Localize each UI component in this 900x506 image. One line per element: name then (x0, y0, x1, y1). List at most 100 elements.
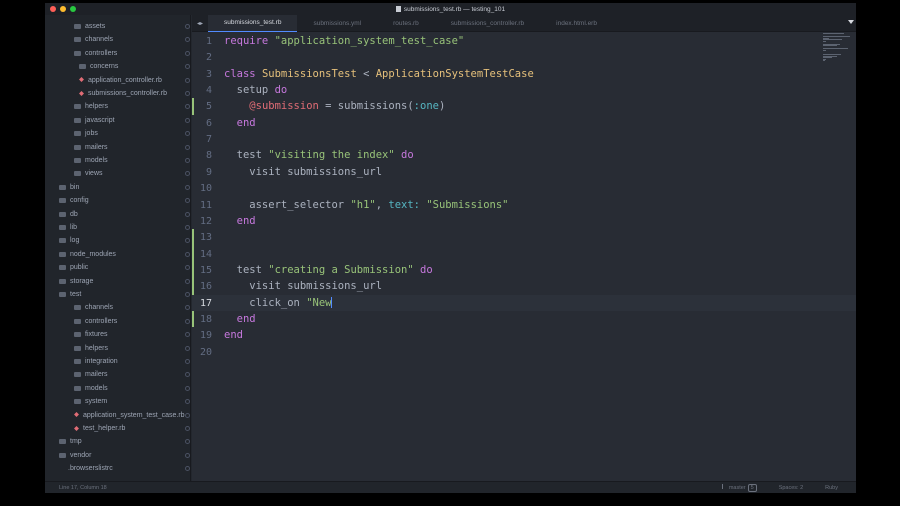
sidebar-item[interactable]: vendor (59, 449, 91, 462)
tab[interactable]: index.html.erb (540, 15, 613, 32)
code-line[interactable]: 6 end (192, 115, 792, 131)
sidebar-item[interactable]: node_modules (59, 248, 116, 261)
code-line[interactable]: 12 end (192, 213, 792, 229)
sidebar-item[interactable]: integration (74, 355, 118, 368)
sidebar-item[interactable]: javascript (74, 114, 115, 127)
folder-icon (59, 439, 66, 445)
sidebar-item[interactable]: tmp (59, 435, 82, 448)
line-number[interactable]: 2 (192, 50, 212, 66)
sidebar-item[interactable]: test_helper.rb (74, 422, 125, 435)
sidebar-item[interactable]: db (59, 208, 78, 221)
line-number[interactable]: 12 (192, 214, 212, 230)
code-line[interactable]: 16 visit submissions_url (192, 278, 792, 294)
sidebar-item[interactable]: public (59, 261, 88, 274)
sidebar-item[interactable]: .browserslistrc (59, 462, 113, 475)
sidebar-item[interactable]: test (59, 288, 81, 301)
line-number[interactable]: 19 (192, 328, 212, 344)
code-line[interactable]: 8 test "visiting the index" do (192, 147, 792, 163)
sidebar-item[interactable]: application_controller.rb (79, 74, 162, 87)
folder-icon (74, 345, 81, 351)
close-window-button[interactable] (50, 6, 56, 12)
code-line[interactable]: 20 (192, 344, 792, 360)
line-number[interactable]: 5 (192, 99, 212, 115)
tab[interactable]: submissions_test.rb (208, 14, 298, 32)
minimap[interactable] (822, 32, 856, 62)
sidebar-item[interactable]: views (74, 167, 103, 180)
tab-overflow-chevron-icon[interactable] (848, 20, 854, 24)
line-number[interactable]: 9 (192, 165, 212, 181)
tab[interactable]: submissions.yml (297, 15, 377, 32)
sidebar-item[interactable]: application_system_test_case.rb (74, 409, 185, 422)
sidebar-item[interactable]: mailers (74, 368, 108, 381)
line-number[interactable]: 14 (192, 247, 212, 263)
line-number[interactable]: 17 (192, 296, 212, 312)
sidebar-item[interactable]: bin (59, 181, 79, 194)
cursor-position[interactable]: Line 17, Column 18 (59, 485, 107, 491)
tab[interactable]: submissions_controller.rb (435, 15, 540, 32)
line-number[interactable]: 3 (192, 67, 212, 83)
code-line[interactable]: 9 visit submissions_url (192, 164, 792, 180)
sidebar-item[interactable]: concerns (79, 60, 118, 73)
status-bar: Line 17, Column 18 master 5 Spaces: 2 Rub… (45, 481, 856, 493)
sidebar-item[interactable]: jobs (74, 127, 98, 140)
code-line[interactable]: 1 require "application_system_test_case" (192, 33, 792, 49)
tab-nav-arrows-icon[interactable]: ◂▸ (192, 20, 208, 27)
sidebar-item[interactable]: channels (74, 301, 113, 314)
code-editor[interactable]: 1 require "application_system_test_case" 2… (192, 32, 856, 481)
line-number[interactable]: 18 (192, 312, 212, 328)
git-branch[interactable]: master 5 (721, 484, 757, 492)
code-line[interactable]: 17 click_on "New (192, 295, 792, 311)
sidebar-item[interactable]: lib (59, 221, 77, 234)
sidebar-item[interactable]: fixtures (74, 328, 108, 341)
code-line[interactable]: 5 @submission = submissions(:one) (192, 98, 792, 114)
code-line[interactable]: 2 (192, 49, 792, 65)
sidebar-item[interactable]: models (74, 154, 108, 167)
line-number[interactable]: 10 (192, 181, 212, 197)
sidebar-item[interactable]: channels (74, 33, 113, 46)
sidebar-item[interactable]: system (74, 395, 107, 408)
minimize-window-button[interactable] (60, 6, 66, 12)
code-line[interactable]: 13 (192, 229, 792, 245)
sidebar-item[interactable]: helpers (74, 342, 108, 355)
sidebar-item[interactable]: config (59, 194, 89, 207)
code-line[interactable]: 7 (192, 131, 792, 147)
line-number[interactable]: 11 (192, 198, 212, 214)
code-line[interactable]: 4 setup do (192, 82, 792, 98)
code-line[interactable]: 14 (192, 246, 792, 262)
git-status-dot-icon (185, 144, 190, 150)
line-number[interactable]: 13 (192, 230, 212, 246)
line-number[interactable]: 4 (192, 83, 212, 99)
code-line[interactable]: 11 assert_selector "h1", text: "Submissi… (192, 197, 792, 213)
minimap-line (823, 45, 837, 46)
line-number[interactable]: 7 (192, 132, 212, 148)
tab[interactable]: routes.rb (377, 15, 435, 32)
syntax-selector[interactable]: Ruby (825, 485, 838, 491)
status-right: master 5 Spaces: 2 Ruby (721, 484, 838, 492)
sidebar-item[interactable]: storage (59, 275, 93, 288)
sidebar-item[interactable]: mailers (74, 141, 108, 154)
line-number[interactable]: 20 (192, 345, 212, 361)
sidebar-item[interactable]: assets (74, 20, 105, 33)
code-token: do (401, 149, 414, 162)
indentation-setting[interactable]: Spaces: 2 (779, 485, 803, 491)
folder-icon (59, 251, 66, 257)
sidebar-item[interactable]: helpers (74, 100, 108, 113)
sidebar-item[interactable]: controllers (74, 47, 117, 60)
code-line[interactable]: 3 class SubmissionsTest < ApplicationSyst… (192, 66, 792, 82)
code-line[interactable]: 18 end (192, 311, 792, 327)
line-number[interactable]: 6 (192, 116, 212, 132)
line-number[interactable]: 15 (192, 263, 212, 279)
line-number[interactable]: 8 (192, 148, 212, 164)
git-status-dot-icon (185, 211, 190, 217)
code-line[interactable]: 10 (192, 180, 792, 196)
line-number[interactable]: 16 (192, 279, 212, 295)
sidebar-item[interactable]: log (59, 234, 79, 247)
line-number[interactable]: 1 (192, 34, 212, 50)
sidebar-item[interactable]: submissions_controller.rb (79, 87, 167, 100)
sidebar-item[interactable]: controllers (74, 315, 117, 328)
maximize-window-button[interactable] (70, 6, 76, 12)
sidebar-item[interactable]: models (74, 382, 108, 395)
code-line[interactable]: 19 end (192, 327, 792, 343)
code-line[interactable]: 15 test "creating a Submission" do (192, 262, 792, 278)
